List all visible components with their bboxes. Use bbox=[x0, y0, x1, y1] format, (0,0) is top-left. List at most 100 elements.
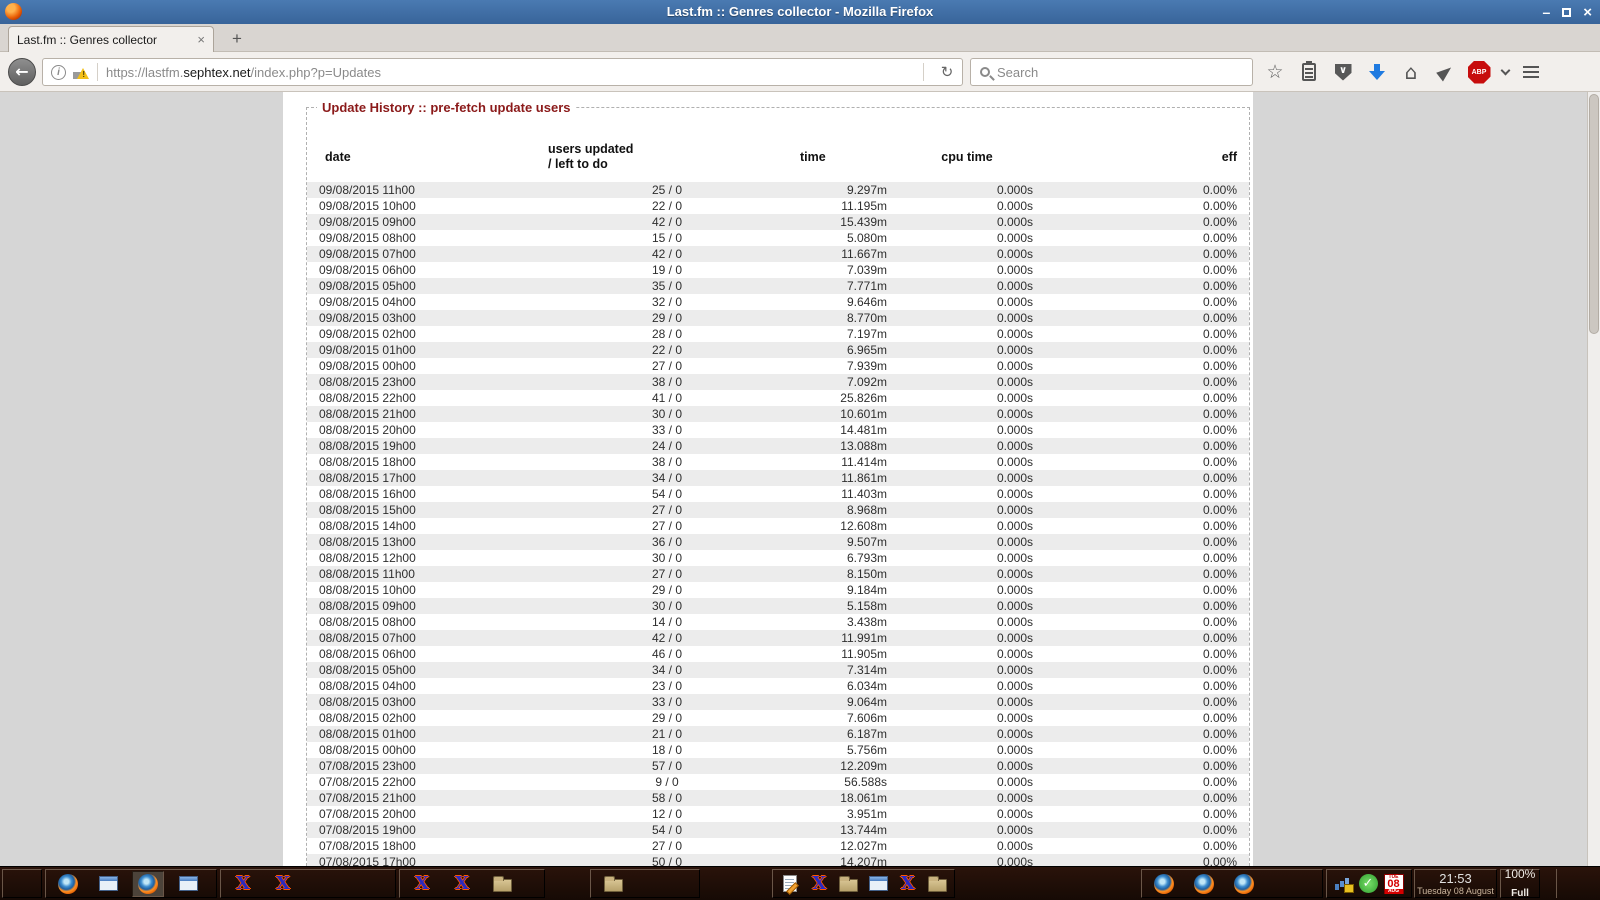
table-row: 08/08/2015 04h0023 / 06.034m0.000s0.00% bbox=[307, 678, 1249, 694]
users-cell: 18 / 0 bbox=[542, 742, 792, 758]
table-row: 08/08/2015 15h0027 / 08.968m0.000s0.00% bbox=[307, 502, 1249, 518]
date-cell: 09/08/2015 10h00 bbox=[307, 198, 542, 214]
adblock-dropdown[interactable] bbox=[1496, 58, 1514, 86]
time-cell: 56.588s bbox=[792, 774, 897, 790]
scrollbar-thumb[interactable] bbox=[1589, 94, 1599, 334]
date-cell: 09/08/2015 09h00 bbox=[307, 214, 542, 230]
folder-task-button[interactable] bbox=[597, 871, 629, 897]
users-cell: 38 / 0 bbox=[542, 374, 792, 390]
eff-cell: 0.00% bbox=[1037, 486, 1249, 502]
clock-applet[interactable]: 21:53 Tuesday 08 August bbox=[1414, 869, 1497, 898]
bookmarks-list-button[interactable] bbox=[1292, 58, 1326, 86]
cpu-cell: 0.000s bbox=[897, 278, 1037, 294]
users-cell: 50 / 0 bbox=[542, 854, 792, 866]
chevron-down-icon bbox=[1500, 65, 1510, 75]
eff-cell: 0.00% bbox=[1037, 854, 1249, 866]
menu-button[interactable] bbox=[1514, 58, 1548, 86]
home-button[interactable]: ⌂ bbox=[1394, 58, 1428, 86]
firefox-task-button[interactable] bbox=[1228, 871, 1260, 897]
firefox-task-button[interactable] bbox=[1188, 871, 1220, 897]
downloads-button[interactable] bbox=[1360, 58, 1394, 86]
users-cell: 27 / 0 bbox=[542, 358, 792, 374]
hamburger-icon bbox=[1523, 66, 1539, 69]
cpu-cell: 0.000s bbox=[897, 854, 1037, 866]
system-tray: ✓ TUE 08 AUG bbox=[1326, 869, 1412, 898]
firefox-task-button[interactable] bbox=[1148, 871, 1180, 897]
table-row: 08/08/2015 06h0046 / 011.905m0.000s0.00% bbox=[307, 646, 1249, 662]
tab-genres-collector[interactable]: Last.fm :: Genres collector × bbox=[8, 26, 214, 52]
users-cell: 35 / 0 bbox=[542, 278, 792, 294]
table-row: 08/08/2015 14h0027 / 012.608m0.000s0.00% bbox=[307, 518, 1249, 534]
xterm-task-button[interactable]: X bbox=[406, 871, 438, 897]
calendar-icon[interactable]: TUE 08 AUG bbox=[1384, 874, 1404, 894]
vertical-scrollbar[interactable] bbox=[1587, 92, 1600, 866]
adblock-button[interactable]: ABP bbox=[1462, 58, 1496, 86]
date-cell: 08/08/2015 06h00 bbox=[307, 646, 542, 662]
notepad-task-button[interactable] bbox=[779, 871, 801, 897]
update-history-table: date users updated / left to do time cpu… bbox=[307, 132, 1249, 866]
eff-cell: 0.00% bbox=[1037, 278, 1249, 294]
folder-task-button[interactable] bbox=[838, 871, 860, 897]
search-input[interactable] bbox=[997, 65, 1227, 80]
window-task-button[interactable] bbox=[92, 871, 124, 897]
pocket-button[interactable]: ∨ bbox=[1326, 58, 1360, 86]
window-icon bbox=[99, 876, 118, 891]
table-row: 09/08/2015 08h0015 / 05.080m0.000s0.00% bbox=[307, 230, 1249, 246]
send-button[interactable] bbox=[1428, 58, 1462, 86]
table-row: 09/08/2015 05h0035 / 07.771m0.000s0.00% bbox=[307, 278, 1249, 294]
window-task-button[interactable] bbox=[868, 871, 890, 897]
firefox-task-button[interactable] bbox=[132, 871, 164, 897]
eff-cell: 0.00% bbox=[1037, 230, 1249, 246]
time-cell: 8.770m bbox=[792, 310, 897, 326]
eff-cell: 0.00% bbox=[1037, 678, 1249, 694]
date-cell: 08/08/2015 14h00 bbox=[307, 518, 542, 534]
bookmark-star-button[interactable]: ☆ bbox=[1258, 58, 1292, 86]
network-signal-icon[interactable] bbox=[1335, 876, 1353, 892]
maximize-button[interactable] bbox=[1562, 8, 1571, 17]
close-button[interactable]: × bbox=[1583, 4, 1592, 21]
battery-applet[interactable]: 100% Full bbox=[1500, 869, 1540, 898]
url-bar[interactable]: i ! https://lastfm.sephtex.net/index.php… bbox=[42, 58, 963, 86]
reload-icon[interactable]: ↻ bbox=[932, 63, 962, 81]
eff-cell: 0.00% bbox=[1037, 454, 1249, 470]
xterm-task-button[interactable]: X bbox=[446, 871, 478, 897]
cpu-cell: 0.000s bbox=[897, 838, 1037, 854]
cpu-cell: 0.000s bbox=[897, 390, 1037, 406]
cpu-cell: 0.000s bbox=[897, 790, 1037, 806]
cpu-cell: 0.000s bbox=[897, 342, 1037, 358]
xterm-task-button[interactable]: X bbox=[267, 871, 299, 897]
xterm-task-button[interactable]: X bbox=[809, 871, 831, 897]
taskbar-window-group: XX bbox=[399, 869, 545, 898]
new-tab-button[interactable]: + bbox=[224, 28, 250, 50]
taskbar-window-group bbox=[2, 869, 42, 898]
minimize-button[interactable]: – bbox=[1542, 4, 1550, 20]
mixed-content-warning-icon[interactable]: ! bbox=[73, 65, 89, 79]
table-row: 07/08/2015 20h0012 / 03.951m0.000s0.00% bbox=[307, 806, 1249, 822]
table-row: 09/08/2015 03h0029 / 08.770m0.000s0.00% bbox=[307, 310, 1249, 326]
xterm-task-button[interactable]: X bbox=[227, 871, 259, 897]
table-row: 09/08/2015 00h0027 / 07.939m0.000s0.00% bbox=[307, 358, 1249, 374]
back-button[interactable]: ← bbox=[8, 58, 36, 86]
desktop: Last.fm :: Genres collector - Mozilla Fi… bbox=[0, 0, 1600, 900]
cpu-cell: 0.000s bbox=[897, 214, 1037, 230]
date-cell: 08/08/2015 15h00 bbox=[307, 502, 542, 518]
page-info-icon[interactable]: i bbox=[51, 65, 66, 80]
users-cell: 28 / 0 bbox=[542, 326, 792, 342]
eff-cell: 0.00% bbox=[1037, 614, 1249, 630]
folder-task-button[interactable] bbox=[486, 871, 518, 897]
shield-check-icon[interactable]: ✓ bbox=[1359, 874, 1378, 893]
search-box[interactable] bbox=[970, 58, 1253, 86]
cpu-cell: 0.000s bbox=[897, 310, 1037, 326]
url-prefix: https://lastfm. bbox=[106, 65, 183, 80]
firefox-task-button[interactable] bbox=[52, 871, 84, 897]
users-cell: 9 / 0 bbox=[542, 774, 792, 790]
xterm-task-button[interactable]: X bbox=[897, 871, 919, 897]
window-task-button[interactable] bbox=[172, 871, 204, 897]
table-row: 07/08/2015 19h0054 / 013.744m0.000s0.00% bbox=[307, 822, 1249, 838]
date-cell: 08/08/2015 08h00 bbox=[307, 614, 542, 630]
tab-close-icon[interactable]: × bbox=[197, 32, 205, 47]
date-cell: 08/08/2015 07h00 bbox=[307, 630, 542, 646]
users-cell: 22 / 0 bbox=[542, 198, 792, 214]
date-cell: 08/08/2015 09h00 bbox=[307, 598, 542, 614]
folder-task-button[interactable] bbox=[927, 871, 949, 897]
